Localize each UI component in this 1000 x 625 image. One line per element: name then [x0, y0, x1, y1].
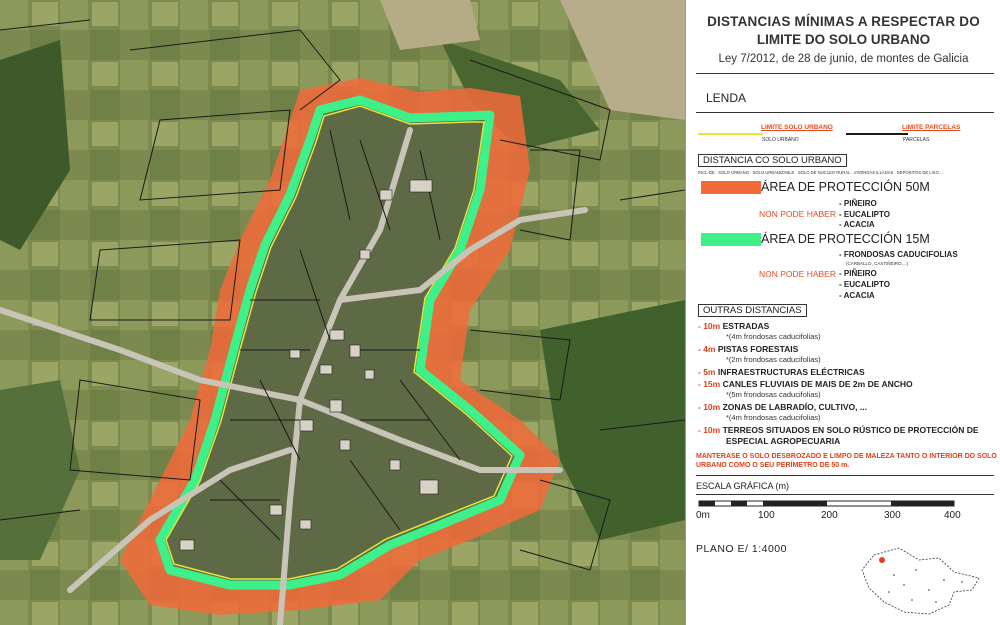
- solo-urbano-label: SOLO URBANO: [762, 137, 799, 143]
- divider: [696, 112, 994, 113]
- distance-value: - 15m: [698, 379, 721, 389]
- area-50m-label: ÁREA DE PROTECCIÓN 50M: [761, 180, 930, 194]
- legend-title-line2: LIMITE DO SOLO URBANO: [756, 32, 931, 47]
- protection-50m-swatch: [701, 181, 761, 194]
- scale-bar: [698, 500, 955, 507]
- area-50m-item: - ACACIA: [839, 220, 875, 229]
- scale-label: 400: [944, 510, 961, 521]
- area-15m-label: ÁREA DE PROTECCIÓN 15M: [761, 232, 930, 246]
- area-50m-nopode: NON PODE HABER: [759, 209, 836, 219]
- distance-value: - 5m: [698, 367, 716, 377]
- distance-label: PISTAS FORESTAIS: [717, 344, 799, 354]
- distance-value: - 10m: [698, 321, 721, 331]
- plan-scale-label: PLANO E/ 1:4000: [696, 543, 787, 555]
- maintenance-note-line2: URBANO COMO O SEU PERÍMETRO DE 50 m.: [696, 462, 850, 469]
- legend-panel: DISTANCIAS MÍNIMAS A RESPECTAR DO LIMITE…: [685, 0, 1000, 625]
- scale-label: 100: [758, 510, 775, 521]
- area-15m-item: - ACACIA: [839, 291, 875, 300]
- parcel-line-swatch: [846, 133, 908, 135]
- limite-solo-urbano-label: LIMITE SOLO URBANO: [761, 124, 833, 131]
- parcelas-label: PARCELAS: [903, 137, 930, 143]
- distance-note: *(2m frondosas caducifolias): [726, 355, 821, 364]
- legend-subtitle: Ley 7/2012, de 28 de junio, de montes de…: [718, 53, 969, 65]
- distance-item: - 4m PISTAS FORESTAIS: [698, 344, 798, 354]
- scale-label: 300: [884, 510, 901, 521]
- divider: [696, 73, 994, 74]
- scale-title: ESCALA GRÁFICA (m): [696, 481, 790, 491]
- distance-note: *(5m frondosas caducifolias): [726, 390, 821, 399]
- scale-label: 0m: [696, 510, 710, 521]
- distance-item: - 10m ZONAS DE LABRADÍO, CULTIVO, ...: [698, 402, 867, 412]
- distance-note: *(4m frondosas caducifolias): [726, 413, 821, 422]
- distance-label: INFRAESTRUCTURAS ELÉCTRICAS: [717, 367, 865, 377]
- distance-item: - 15m CANLES FLUVIAIS DE MAIS DE 2m DE A…: [698, 379, 913, 389]
- distancia-note: INCL-DE : SOLO URBANO . SOLO URBANIZABLE…: [698, 170, 944, 175]
- distance-value: - 4m: [698, 344, 716, 354]
- limite-parcelas-label: LIMITE PARCELAS: [902, 124, 961, 131]
- area-15m-nopode: NON PODE HABER: [759, 269, 836, 279]
- location-minimap: [861, 547, 980, 615]
- protection-15m-swatch: [701, 233, 761, 246]
- distancia-solo-urbano-header: DISTANCIA CO SOLO URBANO: [698, 154, 847, 167]
- legend-title-line1: DISTANCIAS MÍNIMAS A RESPECTAR DO: [707, 14, 980, 29]
- distance-item: - 5m INFRAESTRUCTURAS ELÉCTRICAS: [698, 367, 865, 377]
- urban-limit-swatch: [698, 133, 763, 135]
- area-15m-item-sub: (CARBALLO, CASTIÑEIRO,...): [846, 261, 909, 266]
- area-15m-item: - FRONDOSAS CADUCIFOLIAS: [839, 250, 958, 259]
- area-50m-item: - EUCALIPTO: [839, 210, 890, 219]
- distance-item: - 10m TERREOS SITUADOS EN SOLO RÚSTICO D…: [698, 425, 979, 435]
- municipality-outline: [861, 547, 980, 615]
- distance-label: CANLES FLUVIAIS DE MAIS DE 2m DE ANCHO: [722, 379, 913, 389]
- area-50m-item: - PIÑEIRO: [839, 199, 877, 208]
- lenda-heading: LENDA: [706, 91, 747, 105]
- aerial-map[interactable]: [0, 0, 685, 625]
- area-15m-item: - EUCALIPTO: [839, 280, 890, 289]
- distance-value: - 10m: [698, 402, 721, 412]
- distance-label: ZONAS DE LABRADÍO, CULTIVO, ...: [722, 402, 867, 412]
- map-canvas: [0, 0, 685, 625]
- maintenance-note-line1: MANTERASE O SOLO DESBROZADO E LIMPO DE M…: [696, 453, 997, 460]
- distance-label: ESTRADAS: [722, 321, 770, 331]
- distance-label: TERREOS SITUADOS EN SOLO RÚSTICO DE PROT…: [722, 425, 979, 435]
- distance-note: *(4m frondosas caducifolias): [726, 332, 821, 341]
- divider: [696, 494, 994, 495]
- divider: [696, 475, 994, 476]
- distance-value: - 10m: [698, 425, 721, 435]
- distance-item: - 10m ESTRADAS: [698, 321, 769, 331]
- location-marker: [879, 557, 885, 563]
- scale-label: 200: [821, 510, 838, 521]
- outras-distancias-header: OUTRAS DISTANCIAS: [698, 304, 807, 317]
- distance-label-cont: ESPECIAL AGROPECUARIA: [726, 436, 841, 446]
- area-15m-item: - PIÑEIRO: [839, 269, 877, 278]
